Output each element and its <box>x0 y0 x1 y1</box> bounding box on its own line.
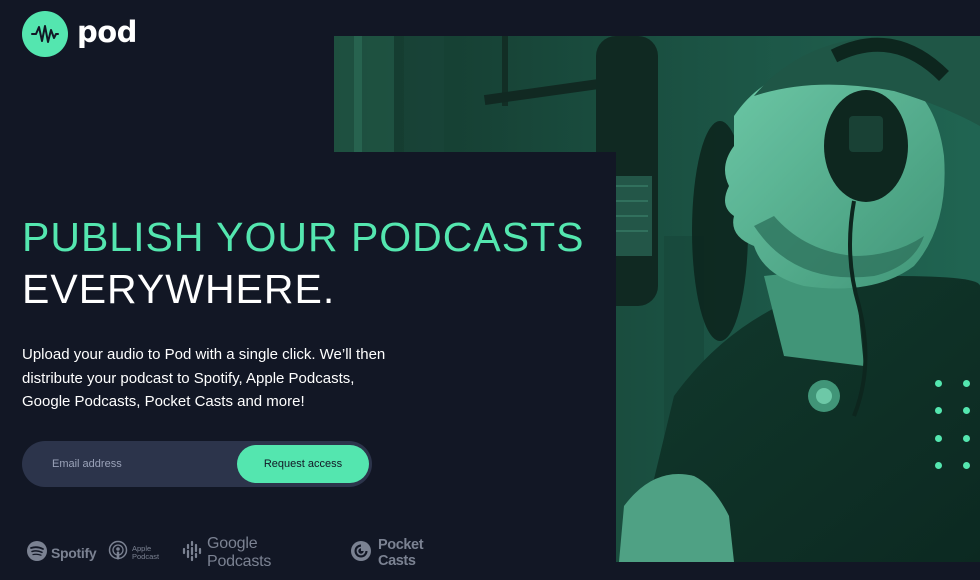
email-input[interactable] <box>22 441 237 487</box>
grid-dot <box>935 462 942 469</box>
google-podcasts-icon <box>182 540 202 566</box>
headline-line-2: EVERYWHERE. <box>22 266 336 312</box>
request-access-button[interactable]: Request access <box>237 445 369 483</box>
partner-spotify: Spotify <box>26 538 97 568</box>
brand-name: pod <box>77 14 137 49</box>
grid-dot <box>935 407 942 414</box>
hero-description: Upload your audio to Pod with a single c… <box>22 346 386 410</box>
apple-podcasts-label: Apple Podcast <box>132 544 160 561</box>
grid-dot <box>963 380 970 387</box>
spotify-label: Spotify <box>51 545 97 561</box>
pocket-casts-label: Pocket Casts <box>378 537 424 569</box>
grid-dot <box>935 380 942 387</box>
apple-podcasts-icon <box>108 540 128 566</box>
brand-logo[interactable]: pod <box>22 11 137 57</box>
spotify-icon <box>26 540 48 566</box>
pocket-casts-icon <box>350 540 372 566</box>
partner-apple-podcasts: Apple Podcast <box>108 538 172 568</box>
grid-dot <box>935 435 942 442</box>
hero-headline: PUBLISH YOUR PODCASTS EVERYWHERE. <box>22 211 585 315</box>
signup-form: Request access <box>22 441 372 487</box>
decorative-dot-grid <box>935 380 975 476</box>
partner-google-podcasts: Google Podcasts <box>182 535 272 570</box>
google-podcasts-label: Google Podcasts <box>207 535 272 570</box>
soundwave-icon <box>22 11 68 57</box>
headline-line-1: PUBLISH YOUR PODCASTS <box>22 214 585 260</box>
grid-dot <box>963 462 970 469</box>
grid-dot <box>963 407 970 414</box>
partner-pocket-casts: Pocket Casts <box>350 537 424 569</box>
grid-dot <box>963 435 970 442</box>
